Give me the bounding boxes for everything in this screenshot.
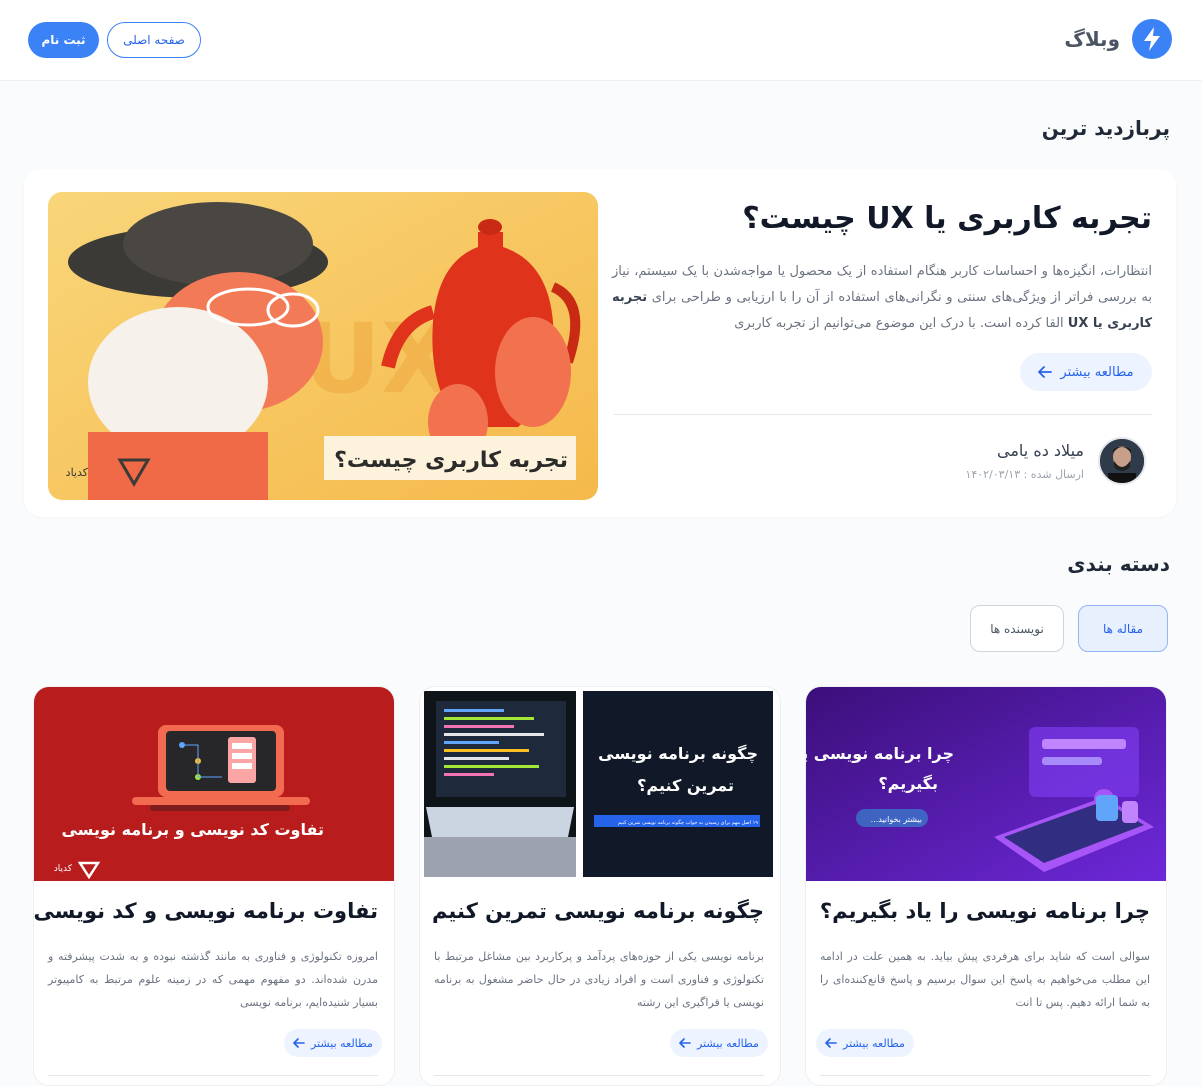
header-nav: ثبت نام صفحه اصلی	[28, 22, 201, 58]
featured-post-excerpt: انتظارات، انگیزه‌ها و احساسات کاربر هنگا…	[612, 264, 1152, 331]
featured-post-title[interactable]: تجربه کاربری یا UX چیست؟	[742, 201, 1152, 236]
read-more-button[interactable]: مطالعه بیشتر	[284, 1029, 382, 1057]
post-image[interactable]: چگونه برنامه نویسی تمرین کنیم؟ ۱۹ اصل مه…	[420, 687, 780, 881]
post-image-caption-1: چرا برنامه نویسی یاد	[805, 744, 954, 764]
arrow-left-icon	[679, 1038, 691, 1048]
read-more-label: مطالعه بیشتر	[1060, 364, 1134, 380]
post-title[interactable]: چگونه برنامه نویسی تمرین کنیم	[432, 899, 764, 923]
post-image[interactable]: چرا برنامه نویسی یاد بگیریم؟ بیشتر بخوان…	[805, 687, 1166, 881]
read-more-label: مطالعه بیشتر	[697, 1036, 759, 1050]
post-excerpt: امروزه تکنولوژی و فناوری به مانند گذشته …	[48, 950, 378, 1009]
post-card[interactable]: تفاوت کد نویسی و برنامه نویسی کدیاد تفاو…	[33, 686, 395, 1086]
home-button[interactable]: صفحه اصلی	[107, 22, 201, 58]
card-divider	[48, 1075, 378, 1076]
read-more-label: مطالعه بیشتر	[311, 1036, 373, 1050]
arrow-left-icon	[825, 1038, 837, 1048]
featured-post-card[interactable]: UX تجربه کاربری چیست؟ کدیاد تجربه کاربری…	[24, 169, 1176, 517]
categories-section-title: دسته بندی	[1067, 552, 1170, 576]
signup-button[interactable]: ثبت نام	[28, 22, 99, 58]
featured-post-image[interactable]: UX تجربه کاربری چیست؟ کدیاد	[48, 192, 598, 500]
post-image[interactable]: تفاوت کد نویسی و برنامه نویسی کدیاد	[34, 687, 394, 881]
featured-image-caption: تجربه کاربری چیست؟	[334, 448, 568, 473]
post-title[interactable]: چرا برنامه نویسی را یاد بگیریم؟	[820, 899, 1150, 923]
read-more-label: مطالعه بیشتر	[843, 1036, 905, 1050]
tab-authors[interactable]: نویسنده ها	[970, 605, 1064, 652]
ux-background-text: UX	[303, 303, 455, 415]
author-avatar[interactable]	[1098, 437, 1146, 485]
read-more-button[interactable]: مطالعه بیشتر	[670, 1029, 768, 1057]
post-image-caption: تفاوت کد نویسی و برنامه نویسی	[61, 820, 324, 839]
top-navbar: وبلاگ ثبت نام صفحه اصلی	[0, 0, 1202, 81]
featured-read-more-button[interactable]: مطالعه بیشتر	[1020, 353, 1152, 391]
read-more-button[interactable]: مطالعه بیشتر	[816, 1029, 914, 1057]
popular-section-title: پربازدید ترین	[1041, 116, 1170, 140]
post-image-button: بیشتر بخوانید...	[871, 815, 922, 824]
post-excerpt: سوالی است که شاید برای هرفردی پیش بیاید.…	[820, 950, 1150, 1009]
brand-logo[interactable]: وبلاگ	[1064, 19, 1172, 59]
post-card[interactable]: چرا برنامه نویسی یاد بگیریم؟ بیشتر بخوان…	[805, 686, 1167, 1086]
post-date: ارسال شده : ۱۴۰۲/۰۳/۱۳	[965, 468, 1084, 481]
post-image-logo: کدیاد	[54, 864, 73, 874]
arrow-left-icon	[293, 1038, 305, 1048]
author-info[interactable]: میلاد ده یامی ارسال شده : ۱۴۰۲/۰۳/۱۳	[965, 437, 1146, 485]
post-card[interactable]: چگونه برنامه نویسی تمرین کنیم؟ ۱۹ اصل مه…	[419, 686, 781, 1086]
featured-divider	[614, 414, 1152, 415]
brand-name: وبلاگ	[1064, 27, 1120, 51]
card-divider	[820, 1075, 1150, 1076]
post-image-strip: ۱۹ اصل مهم برای رسیدن به جواب چگونه برنا…	[618, 819, 758, 826]
lightning-icon	[1132, 19, 1172, 59]
post-image-caption-2: بگیریم؟	[878, 774, 938, 793]
post-image-caption-2: تمرین کنیم؟	[637, 776, 734, 795]
post-title[interactable]: تفاوت برنامه نویسی و کد نویسی	[34, 899, 378, 923]
author-name[interactable]: میلاد ده یامی	[965, 441, 1084, 460]
post-image-caption-1: چگونه برنامه نویسی	[598, 744, 758, 764]
card-divider	[434, 1075, 764, 1076]
tab-articles[interactable]: مقاله ها	[1078, 605, 1168, 652]
arrow-left-icon	[1038, 366, 1053, 378]
featured-image-logo: کدیاد	[66, 466, 89, 479]
post-excerpt: برنامه نویسی یکی از حوزه‌های پردآمد و پر…	[434, 950, 764, 1009]
